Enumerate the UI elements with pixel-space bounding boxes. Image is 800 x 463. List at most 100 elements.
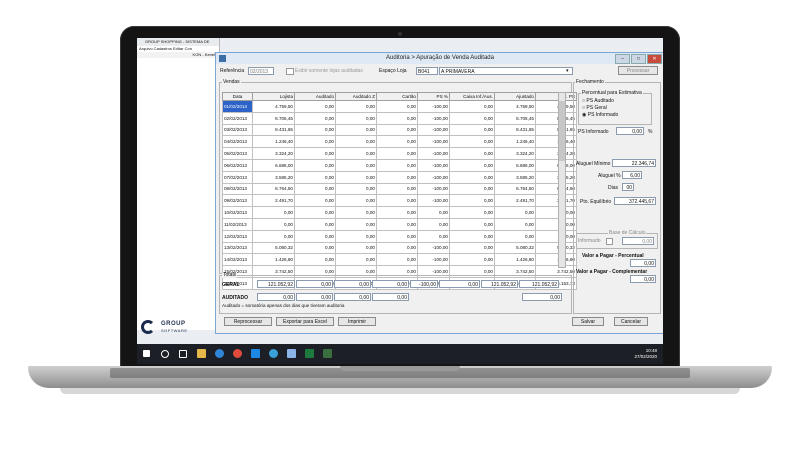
table-cell[interactable]: 05/02/2013 — [222, 147, 253, 160]
aluguel-pct-field[interactable]: 6,00 — [622, 171, 642, 179]
group-app-icon[interactable] — [323, 349, 332, 358]
table-cell[interactable]: 0,00 — [335, 158, 377, 172]
table-cell[interactable]: 0,00 — [294, 111, 336, 125]
table-cell[interactable]: 5.080,32 — [494, 241, 536, 255]
table-cell[interactable]: 0,00 — [494, 206, 536, 219]
table-cell[interactable]: 1.246,40 — [535, 135, 577, 149]
table-cell[interactable]: 3.585,20 — [494, 170, 536, 184]
table-cell[interactable]: -100,00 — [417, 194, 450, 208]
table-cell[interactable]: 0,00 — [294, 229, 336, 243]
table-row[interactable]: 10/02/2013 0,00 0,00 0,00 0,00 0,00 0,00 0,00 0,… — [222, 206, 577, 219]
table-cell[interactable]: 0,00 — [535, 206, 577, 219]
loja-code-field[interactable]: B041 — [416, 67, 438, 75]
vendas-scrollbar[interactable] — [558, 92, 566, 268]
table-cell[interactable]: 0,00 — [417, 229, 450, 243]
table-cell[interactable]: 0,00 — [294, 135, 336, 149]
imprimir-button[interactable]: Imprimir — [338, 317, 376, 326]
table-cell[interactable]: 0,00 — [376, 194, 418, 208]
table-cell[interactable]: -100,00 — [417, 111, 450, 125]
processar-button[interactable]: Processar — [618, 66, 658, 75]
table-cell[interactable]: -100,00 — [417, 253, 450, 267]
table-row[interactable]: 13/02/2013 5.080,32 0,00 0,00 0,00 -100,00 0,0… — [222, 241, 577, 255]
table-cell[interactable]: 11/02/2013 — [222, 217, 253, 231]
salvar-button[interactable]: Salvar — [572, 317, 604, 326]
table-cell[interactable]: 0,00 — [376, 100, 418, 113]
table-cell[interactable]: 12/02/2013 — [222, 229, 253, 243]
aluguel-minimo-field[interactable]: 22.346,74 — [612, 159, 656, 167]
table-row[interactable]: 07/02/2013 3.585,20 0,00 0,00 0,00 -100,00 0,0… — [222, 170, 577, 184]
table-cell[interactable]: 0,00 — [449, 170, 495, 184]
table-cell[interactable]: 0,00 — [449, 135, 495, 149]
table-cell[interactable]: 6.686,00 — [535, 158, 577, 172]
col-auditado-z[interactable]: Auditado Z — [335, 92, 377, 101]
table-cell[interactable]: -100,00 — [417, 135, 450, 149]
informado-checkbox[interactable] — [606, 238, 613, 245]
table-cell[interactable]: 0,00 — [535, 229, 577, 243]
table-row[interactable]: 05/02/2013 3.324,20 0,00 0,00 0,00 -100,00 0,0… — [222, 147, 577, 160]
table-cell[interactable]: 01/02/2013 — [222, 100, 253, 113]
loja-name-select[interactable]: A PRIMAVERA — [439, 67, 573, 75]
table-cell[interactable]: 0,00 — [376, 158, 418, 172]
table-cell[interactable]: 0,00 — [294, 158, 336, 172]
table-cell[interactable]: 0,00 — [535, 217, 577, 231]
col-ps-pct[interactable]: PS % — [417, 92, 450, 101]
scrollbar-thumb[interactable] — [559, 101, 565, 161]
ps-informado-field[interactable]: 0,00 — [616, 127, 644, 135]
minimize-button[interactable]: – — [615, 54, 630, 64]
table-cell[interactable]: 0,00 — [335, 135, 377, 149]
radio-ps-informado[interactable]: ◉ PS Informado — [582, 112, 618, 119]
table-cell[interactable]: 0,00 — [294, 206, 336, 219]
table-row[interactable]: 09/02/2013 2.491,70 0,00 0,00 0,00 -100,00 0,0… — [222, 194, 577, 208]
table-cell[interactable]: 0,00 — [294, 241, 336, 255]
table-cell[interactable]: 0,00 — [335, 123, 377, 137]
table-cell[interactable]: 04/02/2013 — [222, 135, 253, 149]
table-cell[interactable]: 5.080,32 — [252, 241, 295, 255]
table-cell[interactable]: 02/02/2013 — [222, 111, 253, 125]
table-cell[interactable]: 1.246,40 — [494, 135, 536, 149]
table-cell[interactable]: 0,00 — [335, 206, 377, 219]
table-cell[interactable]: 0,00 — [376, 253, 418, 267]
skype-icon[interactable] — [269, 349, 278, 358]
table-cell[interactable]: 0,00 — [376, 170, 418, 184]
table-cell[interactable]: 2.491,70 — [535, 194, 577, 208]
table-cell[interactable]: 0,00 — [335, 241, 377, 255]
table-cell[interactable]: 10/02/2013 — [222, 206, 253, 219]
table-row[interactable]: 11/02/2013 0,00 0,00 0,00 0,00 0,00 0,00 0,00 0,… — [222, 217, 577, 231]
col-caixa[interactable]: Caixa Inf./Aus. — [449, 92, 495, 101]
table-cell[interactable]: 06/02/2013 — [222, 158, 253, 172]
table-cell[interactable]: 0,00 — [494, 217, 536, 231]
table-cell[interactable]: 8.431,65 — [252, 123, 295, 137]
table-cell[interactable]: 3.324,20 — [252, 147, 295, 160]
table-cell[interactable]: 03/02/2013 — [222, 123, 253, 137]
table-cell[interactable]: 6.764,50 — [252, 182, 295, 196]
table-cell[interactable]: 0,00 — [294, 123, 336, 137]
table-cell[interactable]: 0,00 — [294, 217, 336, 231]
table-row[interactable]: 08/02/2013 6.764,50 0,00 0,00 0,00 -100,00 0,0… — [222, 182, 577, 196]
table-cell[interactable]: 0,00 — [335, 253, 377, 267]
radio-ps-geral[interactable]: ○ PS Geral — [582, 105, 618, 112]
table-cell[interactable]: 0,00 — [335, 111, 377, 125]
table-cell[interactable]: -100,00 — [417, 100, 450, 113]
table-cell[interactable]: 1.246,40 — [252, 135, 295, 149]
table-cell[interactable]: 0,00 — [449, 100, 495, 113]
dias-field[interactable]: 00 — [622, 183, 634, 191]
app-icon-2[interactable] — [287, 349, 296, 358]
table-cell[interactable]: 0,00 — [449, 194, 495, 208]
table-cell[interactable]: 2.491,70 — [252, 194, 295, 208]
edge-icon[interactable] — [215, 349, 224, 358]
table-cell[interactable]: 0,00 — [252, 217, 295, 231]
table-cell[interactable]: 08/02/2013 — [222, 182, 253, 196]
table-cell[interactable]: 0,00 — [449, 182, 495, 196]
file-explorer-icon[interactable] — [197, 349, 206, 358]
table-cell[interactable]: 2.491,70 — [494, 194, 536, 208]
table-cell[interactable]: 07/02/2013 — [222, 170, 253, 184]
table-cell[interactable]: 1.426,80 — [494, 253, 536, 267]
table-cell[interactable]: 0,00 — [294, 182, 336, 196]
col-ext-ps[interactable]: Ext. PS — [535, 92, 577, 101]
search-icon[interactable] — [161, 350, 169, 358]
close-button[interactable]: ✕ — [647, 54, 662, 64]
table-cell[interactable]: 0,00 — [376, 135, 418, 149]
windows-start-icon[interactable] — [143, 350, 150, 357]
table-cell[interactable]: 0,00 — [294, 170, 336, 184]
col-ajustado[interactable]: Ajustado — [494, 92, 536, 101]
